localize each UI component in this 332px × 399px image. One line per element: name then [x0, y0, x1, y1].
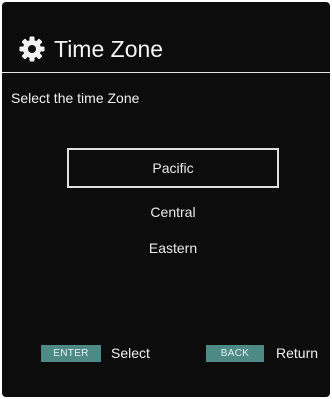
back-key-badge[interactable]: BACK	[206, 345, 264, 362]
time-zone-list: Pacific Central Eastern	[2, 2, 330, 397]
select-hint: Select	[111, 345, 150, 361]
time-zone-option-central[interactable]: Central	[67, 203, 279, 223]
time-zone-option-eastern[interactable]: Eastern	[67, 239, 279, 259]
time-zone-option-pacific[interactable]: Pacific	[67, 148, 279, 188]
return-hint: Return	[276, 345, 319, 361]
time-zone-screen: Time Zone Select the time Zone Pacific C…	[2, 2, 330, 397]
enter-key-badge[interactable]: ENTER	[41, 345, 101, 362]
